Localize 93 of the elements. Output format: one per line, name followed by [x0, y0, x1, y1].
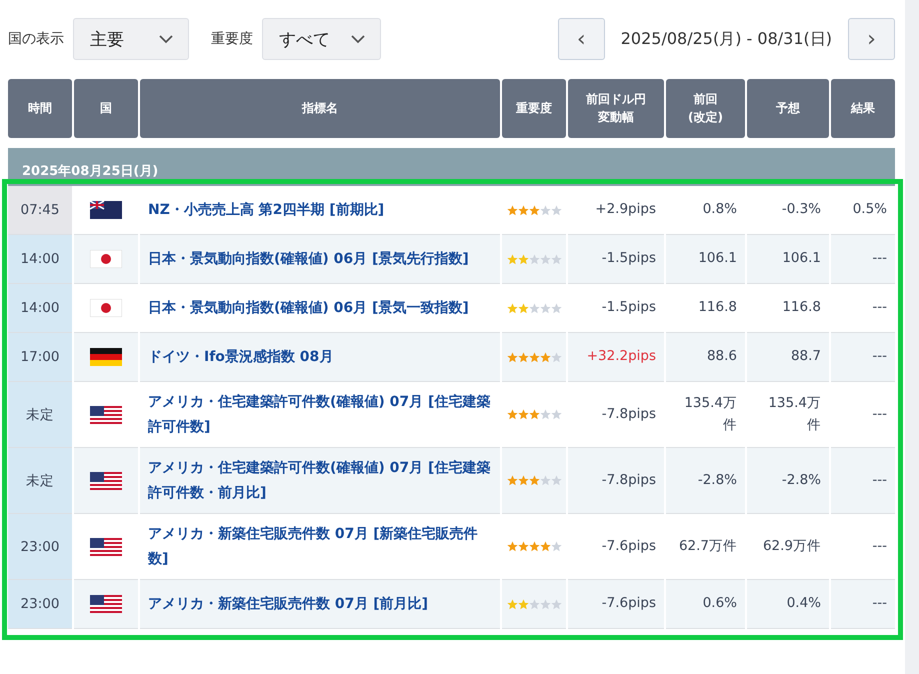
flag-icon — [90, 348, 122, 366]
star-icon — [540, 302, 550, 314]
next-week-button[interactable]: › — [848, 18, 895, 60]
table-cell: 0.6% — [666, 580, 745, 629]
time-cell: 17:00 — [8, 333, 72, 382]
previous-week-button[interactable]: ‹ — [558, 18, 605, 60]
time-cell: 14:00 — [8, 284, 72, 333]
star-icon — [528, 475, 540, 486]
time-cell: 未定 — [8, 382, 72, 448]
star-icon — [506, 302, 518, 314]
star-icon — [518, 254, 528, 264]
chevron-down-icon — [158, 34, 174, 44]
dropdown[interactable]: すべて — [262, 18, 381, 60]
flag-icon — [90, 250, 122, 268]
star-icon — [506, 409, 518, 420]
star-icon — [518, 204, 528, 216]
star-icon — [506, 598, 518, 610]
change-cell: -7.6pips — [568, 580, 664, 629]
column-header: 国 — [100, 100, 112, 117]
column-header: 前回(改定) — [687, 91, 724, 126]
date-range: 2025/08/25(月) - 08/31(日) — [620, 28, 832, 50]
star-icon — [550, 475, 562, 486]
star-icon — [550, 598, 562, 610]
filter-label: 重要度 — [211, 30, 253, 48]
time-cell: 23:00 — [8, 514, 72, 580]
time-cell: 14:00 — [8, 235, 72, 284]
star-icon — [506, 204, 518, 216]
table-cell: --- — [831, 580, 895, 629]
column-header: 結果 — [851, 100, 875, 117]
star-icon — [518, 541, 528, 552]
star-icon — [506, 254, 518, 264]
star-icon — [528, 409, 540, 420]
star-icon — [506, 541, 518, 552]
flag-icon — [90, 595, 122, 613]
change-cell: -1.5pips — [568, 235, 664, 284]
change-cell: +32.2pips — [568, 333, 664, 382]
indicator-link[interactable]: アメリカ・住宅建築許可件数(確報値) 07月 [住宅建築許可件数] — [148, 390, 492, 439]
star-icon — [506, 352, 518, 362]
star-icon — [550, 254, 562, 264]
star-icon — [550, 302, 562, 314]
time-cell: 23:00 — [8, 580, 72, 629]
column-header: 指標名 — [302, 100, 338, 117]
star-icon — [518, 302, 528, 314]
star-icon — [528, 204, 540, 216]
indicator-link[interactable]: 日本・景気動向指数(確報値) 06月 [景気一致指数] — [148, 296, 492, 320]
star-icon — [550, 541, 562, 552]
indicator-link[interactable]: アメリカ・新築住宅販売件数 07月 [新築住宅販売件数] — [148, 522, 492, 571]
star-icon — [540, 541, 550, 552]
table-cell: 106.1 — [747, 235, 829, 284]
star-icon — [550, 409, 562, 420]
star-icon — [528, 254, 540, 264]
star-icon — [540, 475, 550, 486]
star-icon — [540, 352, 550, 362]
column-header: 時間 — [28, 100, 52, 117]
change-cell: -7.8pips — [568, 448, 664, 514]
indicator-link[interactable]: NZ・小売売上高 第2四半期 [前期比] — [148, 198, 492, 222]
column-header: 予想 — [776, 100, 800, 117]
dropdown[interactable]: 主要 — [73, 18, 189, 60]
column-header: 前回ドル円変動幅 — [586, 91, 646, 126]
time-cell: 未定 — [8, 448, 72, 514]
star-icon — [540, 409, 550, 420]
star-icon — [540, 598, 550, 610]
star-icon — [540, 254, 550, 264]
flag-icon — [90, 299, 122, 317]
star-icon — [518, 598, 528, 610]
table-cell: --- — [831, 333, 895, 382]
star-icon — [518, 352, 528, 362]
star-icon — [550, 352, 562, 362]
flag-icon — [90, 472, 122, 490]
table-cell: 106.1 — [666, 235, 745, 284]
star-icon — [540, 204, 550, 216]
flag-icon — [90, 201, 122, 219]
star-icon — [518, 409, 528, 420]
table-cell: --- — [831, 235, 895, 284]
star-icon — [550, 204, 562, 216]
star-icon — [506, 475, 518, 486]
star-icon — [528, 541, 540, 552]
chevron-down-icon — [350, 34, 366, 44]
column-header: 重要度 — [516, 100, 552, 117]
filter-label: 国の表示 — [8, 30, 64, 48]
time-cell: 07:45 — [8, 186, 72, 235]
table-cell: -2.8% — [666, 448, 745, 514]
star-icon — [528, 352, 540, 362]
table-cell: 0.4% — [747, 580, 829, 629]
star-icon — [518, 475, 528, 486]
flag-icon — [90, 538, 122, 556]
star-icon — [528, 598, 540, 610]
star-icon — [528, 302, 540, 314]
table-cell: -2.8% — [747, 448, 829, 514]
table-cell: 88.7 — [747, 333, 829, 382]
table-cell: --- — [831, 448, 895, 514]
flag-icon — [90, 406, 122, 424]
table-cell: 88.6 — [666, 333, 745, 382]
